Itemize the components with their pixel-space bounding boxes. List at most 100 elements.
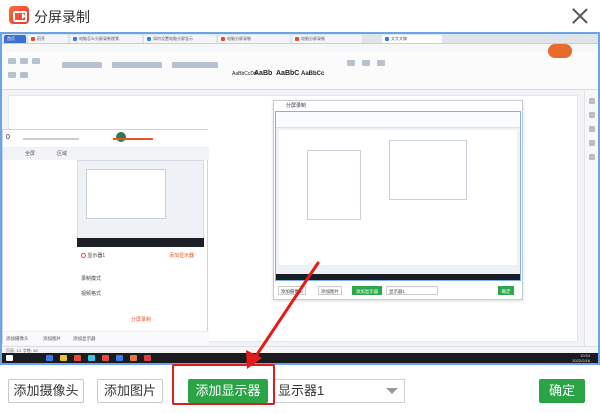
embedded-status-bar: 页面: 1/1 字数: 48	[2, 346, 598, 353]
tab-favicon-icon	[73, 36, 77, 41]
embedded-tab: 稻壳	[28, 35, 68, 43]
ribbon-icon	[362, 60, 370, 66]
display-select[interactable]: 显示器1	[273, 379, 405, 403]
sidebar-icon	[589, 126, 595, 132]
bottom-toolbar: 添加摄像头 添加图片 添加显示器 显示器1 确定	[0, 365, 600, 413]
embedded-ribbon: AaBbCcDd AaBb AaBbC AaBbCc	[2, 52, 598, 90]
ribbon-style-heading3: AaBbCc	[301, 71, 325, 77]
embedded-avatar	[116, 132, 126, 142]
embedded-row: 视频格式	[81, 291, 102, 297]
window-title: 分屏录制	[34, 9, 90, 25]
ribbon-icon	[377, 60, 385, 66]
clock-date: 2022/2/16	[572, 358, 590, 363]
embedded-window-title: 分屏录制	[286, 103, 307, 109]
sidebar-icon	[589, 154, 595, 160]
ribbon-icon	[20, 72, 28, 78]
embedded-footer-label: 添加摄像头	[6, 336, 29, 341]
embedded-tab: 电脑怎么分屏录制视频	[70, 35, 142, 43]
tab-favicon-icon	[221, 36, 225, 41]
add-display-button[interactable]: 添加显示器	[188, 379, 268, 403]
subtab-label: 全屏	[25, 151, 36, 157]
embedded-right-sidebar	[584, 90, 598, 346]
close-icon[interactable]	[569, 5, 591, 27]
embedded-recorder-window-right: 分屏录制 添加摄像头 添加图片 添加显示器 显示器1 确定	[273, 100, 523, 300]
embedded-button: 添加显示器	[352, 286, 382, 295]
embedded-button: 确定	[498, 286, 514, 295]
embedded-taskbar-thumb	[77, 238, 204, 247]
taskbar-app-icon	[102, 355, 109, 361]
embedded-tab: 首页	[4, 35, 26, 43]
embedded-clock: 10:54 2022/2/16	[572, 353, 590, 363]
ribbon-icon	[172, 62, 218, 68]
chevron-down-icon	[386, 388, 398, 394]
embedded-tab: 电脑分屏录制	[218, 35, 290, 43]
confirm-button[interactable]: 确定	[539, 379, 585, 403]
volume-slider	[23, 138, 79, 140]
embedded-button-row: 添加摄像头 添加图片 添加显示器 显示器1 确定	[274, 283, 524, 299]
embedded-button: 添加摄像头	[278, 286, 306, 295]
sidebar-icon	[589, 140, 595, 146]
ribbon-icon	[62, 62, 102, 68]
progress-slider	[113, 138, 153, 140]
taskbar-app-icon	[144, 355, 151, 361]
embedded-footer: 添加摄像头 添加图片 添加显示器	[3, 331, 209, 345]
windows-start-icon	[6, 355, 13, 361]
add-camera-button[interactable]: 添加摄像头	[8, 379, 84, 403]
embedded-taskbar-small	[276, 274, 520, 280]
tab-favicon-icon	[31, 36, 35, 41]
taskbar-app-icon	[60, 355, 67, 361]
subtab-label: 区域	[57, 151, 68, 157]
embedded-dialog-thumb	[307, 150, 361, 220]
embedded-subtabs: 全屏 区域	[3, 148, 209, 160]
embedded-dialog-thumb	[389, 140, 467, 200]
embedded-split-record-link: 分屏录制	[131, 317, 152, 323]
sidebar-icon	[589, 112, 595, 118]
taskbar-app-icon	[46, 355, 53, 361]
ribbon-icon	[8, 72, 16, 78]
embedded-label-display: 显示器1	[81, 252, 105, 259]
split-screen-recording-window: 分屏录制 首页 稻壳 电脑怎么分屏录制视频 如何设置电脑分屏显示 电脑分屏录制 …	[0, 0, 600, 413]
embedded-footer-label: 添加显示器	[73, 336, 96, 341]
embedded-select: 显示器1	[386, 286, 438, 295]
embedded-menu-bar	[2, 44, 598, 52]
embedded-page-small	[279, 130, 517, 265]
embedded-preview	[275, 111, 521, 281]
taskbar-app-icon	[88, 355, 95, 361]
add-image-button[interactable]: 添加图片	[97, 379, 163, 403]
embedded-add-display-link: 添加显示器	[169, 253, 195, 259]
ribbon-icon	[112, 62, 162, 68]
ribbon-icon	[32, 58, 40, 64]
title-bar: 分屏录制	[0, 0, 600, 32]
tab-favicon-icon	[147, 36, 151, 41]
ribbon-style-heading1: AaBb	[254, 70, 273, 77]
embedded-tab: 电脑分屏录制	[292, 35, 362, 43]
ribbon-style-heading2: AaBbC	[276, 70, 300, 77]
recorder-app-icon	[9, 6, 29, 24]
ribbon-icon	[8, 58, 16, 64]
embedded-recorder-header: 0	[3, 130, 209, 148]
embedded-button: 添加图片	[318, 286, 342, 295]
radio-icon	[81, 253, 86, 259]
embedded-preview-window	[86, 169, 166, 219]
ribbon-icon	[347, 60, 355, 66]
avatar	[548, 44, 572, 58]
embedded-preview-thumb	[77, 160, 204, 240]
ribbon-icon	[20, 58, 28, 64]
sidebar-icon	[589, 98, 595, 104]
taskbar-app-icon	[74, 355, 81, 361]
taskbar-app-icon	[116, 355, 123, 361]
embedded-footer-label: 添加图片	[43, 336, 61, 341]
embedded-tab: 文字文稿	[382, 35, 442, 43]
embedded-recorder-window-left: 0 全屏 区域 显示器1 添加显示器 录制模式 视频格式 分屏录制 添加摄像头 …	[2, 129, 209, 345]
tab-favicon-icon	[385, 36, 389, 41]
embedded-row: 录制模式	[81, 276, 102, 282]
taskbar-app-icon	[130, 355, 137, 361]
embedded-ribbon-small	[276, 112, 520, 128]
embedded-browser-tabs: 首页 稻壳 电脑怎么分屏录制视频 如何设置电脑分屏显示 电脑分屏录制 电脑分屏录…	[2, 34, 598, 44]
header-digit: 0	[6, 134, 10, 141]
embedded-taskbar: 10:54 2022/2/16	[2, 353, 598, 363]
embedded-tab: 如何设置电脑分屏显示	[144, 35, 216, 43]
screen-preview: 首页 稻壳 电脑怎么分屏录制视频 如何设置电脑分屏显示 电脑分屏录制 电脑分屏录…	[0, 32, 600, 365]
display-select-value: 显示器1	[278, 383, 325, 398]
tab-favicon-icon	[295, 36, 299, 41]
